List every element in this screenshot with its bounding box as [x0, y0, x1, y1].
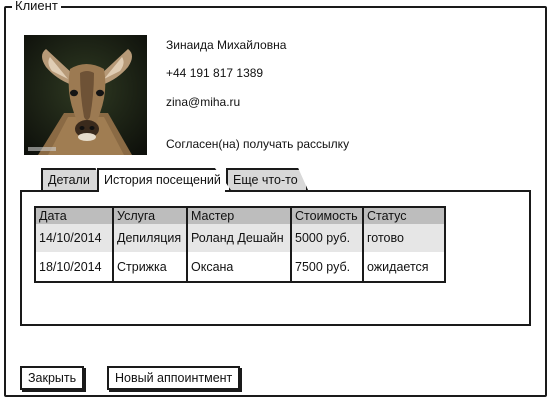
- client-phone: +44 191 817 1389: [166, 66, 264, 80]
- visit-history-table: Дата Услуга Мастер Стоимость Статус 14/1…: [34, 206, 446, 283]
- client-photo: [24, 35, 147, 155]
- cell-status: ожидается: [362, 252, 444, 281]
- cell-cost: 5000 руб.: [290, 224, 363, 252]
- cell-master: Оксана: [186, 252, 291, 281]
- tab-details[interactable]: Детали: [41, 168, 103, 190]
- tab-visit-history[interactable]: История посещений: [97, 168, 231, 190]
- table-header-row: Дата Услуга Мастер Стоимость Статус: [36, 208, 444, 224]
- tab-details-label: Детали: [48, 173, 90, 187]
- column-header-cost[interactable]: Стоимость: [290, 208, 363, 224]
- client-name: Зинаида Михайловна: [166, 38, 287, 52]
- column-header-master[interactable]: Мастер: [186, 208, 291, 224]
- client-email: zina@miha.ru: [166, 95, 241, 109]
- column-header-service[interactable]: Услуга: [112, 208, 187, 224]
- table-row[interactable]: 14/10/2014 Депиляция Роланд Дешайн 5000 …: [36, 224, 444, 252]
- cell-status: готово: [362, 224, 444, 252]
- newsletter-consent: Согласен(на) получать рассылку: [166, 137, 350, 151]
- cell-date: 18/10/2014: [36, 252, 113, 281]
- window-title: Клиент: [12, 0, 61, 13]
- cell-cost: 7500 руб.: [290, 252, 363, 281]
- tab-something-else-label: Еще что-то: [233, 173, 298, 187]
- table-row[interactable]: 18/10/2014 Стрижка Оксана 7500 руб. ожид…: [36, 252, 444, 281]
- cell-master: Роланд Дешайн: [186, 224, 291, 252]
- cell-date: 14/10/2014: [36, 224, 113, 252]
- close-button[interactable]: Закрыть: [20, 366, 85, 390]
- column-header-status[interactable]: Статус: [362, 208, 444, 224]
- column-header-date[interactable]: Дата: [36, 208, 113, 224]
- antelope-photo-image: [24, 35, 147, 155]
- new-appointment-button[interactable]: Новый аппоинтмент: [107, 366, 241, 390]
- tab-something-else[interactable]: Еще что-то: [226, 168, 308, 190]
- cell-service: Депиляция: [112, 224, 187, 252]
- cell-service: Стрижка: [112, 252, 187, 281]
- tab-visit-history-label: История посещений: [104, 173, 221, 187]
